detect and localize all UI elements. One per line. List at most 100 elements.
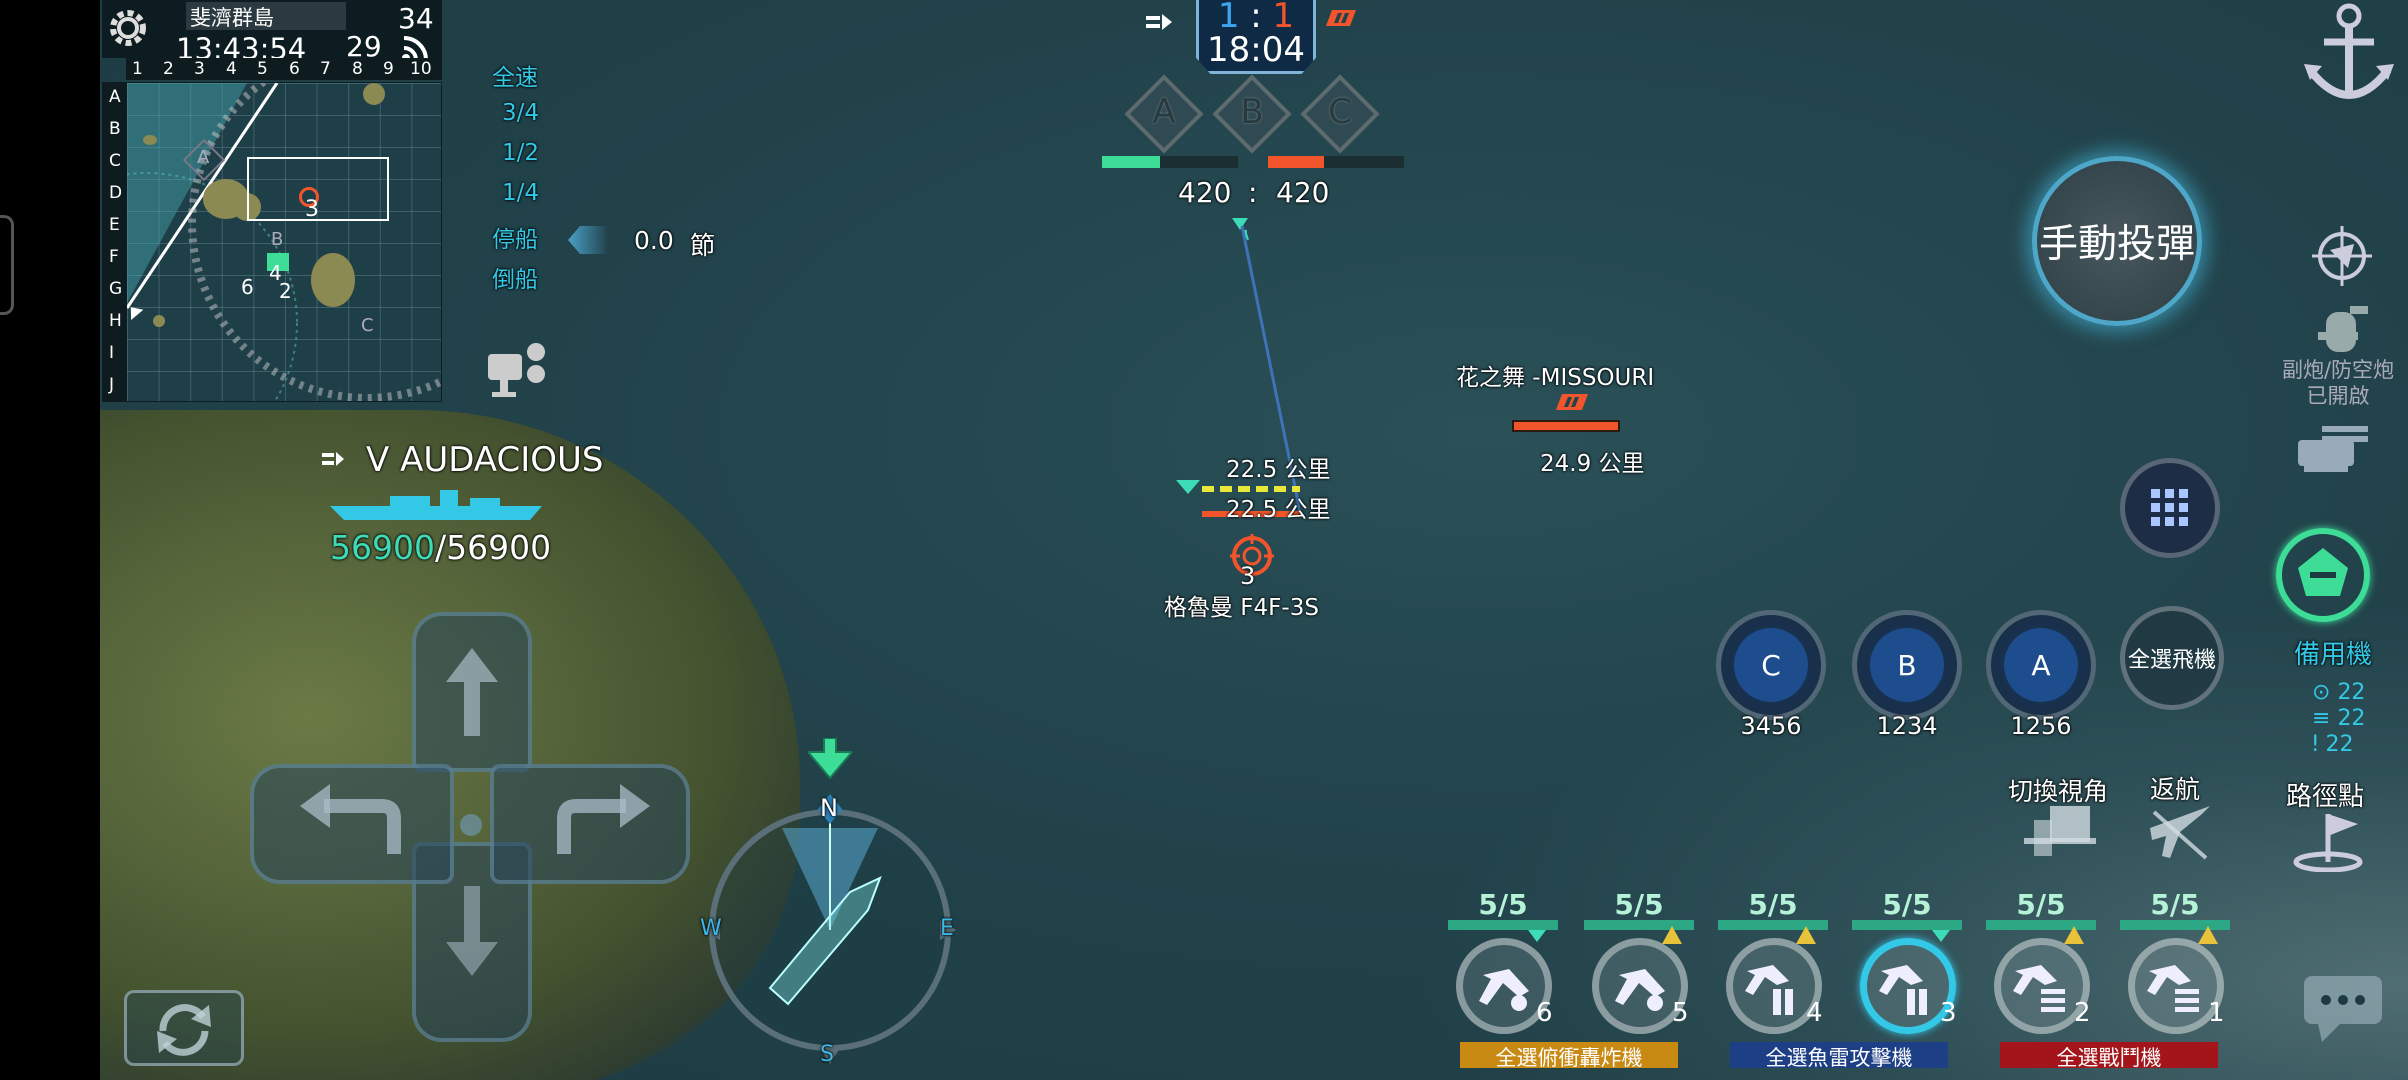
enemy-ship-name: 花之舞 -MISSOURI: [1456, 365, 1655, 391]
switch-view-icon[interactable]: [2014, 798, 2102, 858]
reserve-count-bombers: ǃ 22: [2312, 732, 2354, 757]
turn-left-icon: [300, 784, 401, 854]
speed-full[interactable]: 全速: [492, 58, 538, 92]
col-label: 10: [410, 59, 432, 79]
left-black-bar: [0, 0, 100, 1080]
squadron-5-number: 5: [1672, 998, 1689, 1028]
reserve-bombers-count: 22: [2325, 732, 2354, 757]
row-label: D: [109, 183, 123, 203]
group-b-button[interactable]: B: [1852, 610, 1962, 720]
menu-grid-button[interactable]: [2120, 458, 2220, 558]
speed-stop[interactable]: 停船: [492, 220, 538, 254]
arrow-up-icon: [446, 648, 498, 736]
rotate-view-button[interactable]: [124, 990, 244, 1066]
chat-icon[interactable]: [2300, 970, 2386, 1046]
select-all-torpedo-bombers-button[interactable]: 全選魚雷攻擊機: [1730, 1042, 1948, 1070]
compass: [704, 796, 956, 1064]
minimap[interactable]: A B C D E F G H I J A B C 3 4 6 2: [102, 82, 442, 402]
group-c-button[interactable]: C: [1716, 610, 1826, 720]
squadron-6-count: 5/5: [1478, 888, 1528, 921]
squadron-5-count: 5/5: [1614, 888, 1664, 921]
gear-icon[interactable]: [104, 4, 152, 52]
speed-three-quarter[interactable]: 3/4: [502, 100, 539, 126]
dpad-center: [460, 814, 482, 836]
ally-flag-icon: [1528, 930, 1546, 942]
player-hp-current: 56900: [330, 528, 435, 567]
select-all-fighters-button[interactable]: 全選戰鬥機: [2000, 1042, 2218, 1070]
group-b-members: 1234: [1876, 712, 1938, 740]
capture-point-c-label: C: [361, 315, 374, 336]
waypoint-flag-icon[interactable]: [2288, 808, 2368, 873]
aa-gun-icon[interactable]: [2292, 414, 2374, 474]
group-b-letter: B: [1870, 628, 1944, 702]
squadron-2-count: 5/5: [2016, 888, 2066, 921]
reserve-torpedo-count: 22: [2337, 706, 2366, 731]
squadron-4-count: 5/5: [1748, 888, 1798, 921]
row-label: H: [109, 311, 122, 331]
player-hp: 56900/56900: [330, 528, 551, 567]
reserve-planes-button[interactable]: [2276, 528, 2370, 622]
enemy-air-name: 格魯曼 F4F-3S: [1164, 595, 1319, 621]
speed-quarter[interactable]: 1/4: [502, 180, 539, 206]
select-all-planes-button[interactable]: 全選飛機: [2120, 606, 2224, 710]
speed-reverse[interactable]: 倒船: [492, 260, 538, 294]
minimap-island: [143, 135, 157, 145]
row-label: I: [109, 343, 115, 363]
squadron-2-bar: [1986, 920, 2096, 930]
squadron-1-bar: [2120, 920, 2230, 930]
col-label: 3: [194, 59, 205, 79]
col-label: 6: [289, 59, 300, 79]
match-timer: 18:04: [1207, 30, 1305, 70]
secondary-guns-status: 已開啟: [2306, 384, 2370, 408]
turn-right-icon: [557, 784, 650, 854]
group-a-members: 1256: [2010, 712, 2072, 740]
capture-point-c-letter: C: [1328, 92, 1352, 132]
anchor-icon[interactable]: [2300, 0, 2398, 110]
enemy-team-icon: [1326, 8, 1356, 28]
minimap-island: [153, 315, 165, 327]
ally-points: 420: [1178, 176, 1232, 209]
points-separator: :: [1248, 176, 1258, 209]
squadron-3-count: 5/5: [1882, 888, 1932, 921]
squadron-bar: [1448, 886, 2234, 1056]
ally-points-bar: [1102, 156, 1238, 168]
dpad-forward-button[interactable]: [412, 612, 532, 772]
group-a-button[interactable]: A: [1986, 610, 2096, 720]
capture-point-b-label: B: [271, 229, 284, 250]
enemy-ship-icon: [1556, 394, 1588, 410]
grid-icon: [2151, 489, 2188, 526]
col-label: 8: [352, 59, 363, 79]
ally-team-icon: [1146, 12, 1172, 34]
col-label: 5: [257, 59, 268, 79]
enemy-ship-hp-bar: [1512, 420, 1620, 432]
speed-half[interactable]: 1/2: [502, 140, 539, 166]
enemy-air-count: 3: [1240, 562, 1256, 590]
squadron-2-number: 2: [2074, 998, 2091, 1028]
squadron-3-number: 3: [1940, 998, 1957, 1028]
select-all-dive-bombers-button[interactable]: 全選俯衝轟炸機: [1460, 1042, 1678, 1070]
ally-air-distance: 22.5 公里: [1226, 457, 1331, 483]
minimap-island: [311, 253, 355, 307]
speed-unit: 節: [690, 231, 716, 260]
group-a-letter: A: [2004, 628, 2078, 702]
row-label: E: [109, 215, 120, 235]
enemy-points-bar: [1268, 156, 1404, 168]
squadron-6-bar: [1448, 920, 1558, 930]
dpad-right-button[interactable]: [490, 764, 690, 884]
compass-pointer-icon: [805, 737, 855, 780]
squadron-4-number: 4: [1806, 998, 1823, 1028]
ship-status-icon: [322, 450, 344, 470]
camera-icon[interactable]: [486, 340, 556, 400]
secondary-guns-icon[interactable]: [2310, 302, 2374, 360]
group-c-letter: C: [1734, 628, 1808, 702]
crosshair-icon[interactable]: [2310, 224, 2374, 288]
group-c-members: 3456: [1740, 712, 1802, 740]
row-label: J: [109, 375, 115, 395]
refresh-icon: [157, 1004, 211, 1056]
col-label: 2: [163, 59, 174, 79]
return-plane-icon[interactable]: [2140, 798, 2220, 862]
player-hp-max: /56900: [434, 528, 552, 567]
manual-drop-button[interactable]: 手動投彈: [2032, 156, 2202, 326]
dpad-left-button[interactable]: [250, 764, 454, 884]
minimap-island: [363, 83, 385, 105]
